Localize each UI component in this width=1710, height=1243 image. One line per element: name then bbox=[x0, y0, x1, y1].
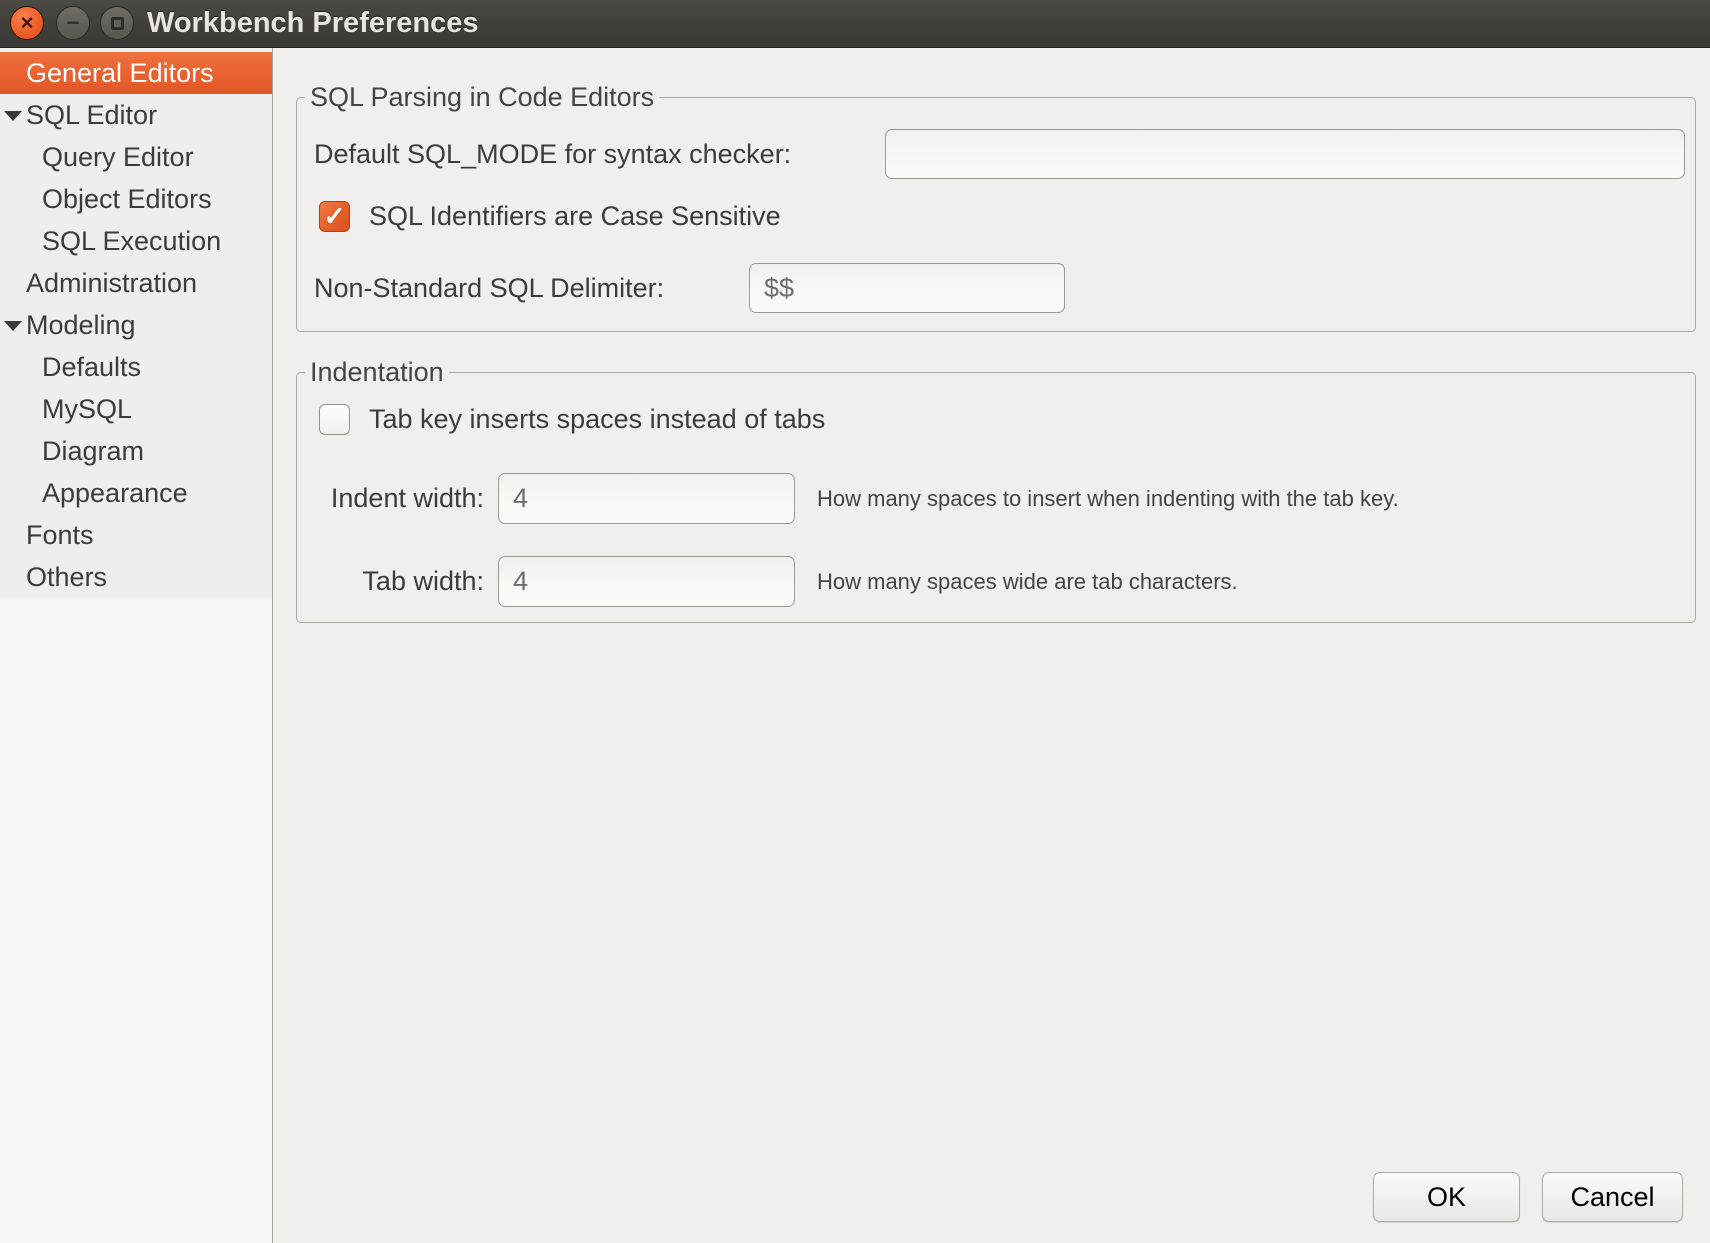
tab-width-label: Tab width: bbox=[314, 556, 484, 607]
delimiter-label: Non-Standard SQL Delimiter: bbox=[314, 263, 664, 313]
close-icon: × bbox=[21, 10, 34, 36]
sidebar-item-label: MySQL bbox=[0, 394, 132, 425]
case-sensitive-checkbox[interactable]: ✓ bbox=[319, 201, 350, 232]
tab-inserts-spaces-label[interactable]: Tab key inserts spaces instead of tabs bbox=[369, 404, 825, 435]
indent-width-label: Indent width: bbox=[314, 473, 484, 524]
close-window-button[interactable]: × bbox=[10, 6, 44, 40]
sidebar-item-label: Fonts bbox=[0, 520, 94, 551]
ok-button[interactable]: OK bbox=[1373, 1172, 1520, 1222]
sidebar-item[interactable]: SQL Execution bbox=[0, 220, 272, 262]
sql-mode-input[interactable] bbox=[885, 129, 1685, 179]
tab-width-help: How many spaces wide are tab characters. bbox=[817, 556, 1238, 607]
sidebar-item-label: Object Editors bbox=[0, 184, 212, 215]
sidebar-item[interactable]: Diagram bbox=[0, 430, 272, 472]
expander-down-icon[interactable] bbox=[4, 321, 22, 331]
sidebar-item-label: Administration bbox=[0, 268, 197, 299]
sidebar-item-label: Others bbox=[0, 562, 107, 593]
sql-mode-label: Default SQL_MODE for syntax checker: bbox=[314, 129, 791, 179]
sidebar-item[interactable]: Object Editors bbox=[0, 178, 272, 220]
minimize-window-button[interactable]: − bbox=[56, 6, 90, 40]
tab-inserts-spaces-checkbox[interactable]: ✓ bbox=[319, 404, 350, 435]
maximize-icon bbox=[111, 17, 124, 30]
expander-down-icon[interactable] bbox=[4, 111, 22, 121]
preferences-content: SQL Parsing in Code Editors Default SQL_… bbox=[273, 48, 1710, 1243]
minimize-icon: − bbox=[67, 10, 80, 36]
indent-width-input[interactable] bbox=[498, 473, 795, 524]
sidebar-item[interactable]: Query Editor bbox=[0, 136, 272, 178]
group-indentation: Indentation ✓ Tab key inserts spaces ins… bbox=[296, 372, 1696, 623]
preferences-tree: General Editors SQL Editor Query Editor … bbox=[0, 52, 272, 598]
group-title: Indentation bbox=[305, 356, 449, 388]
sidebar-item-label: Query Editor bbox=[0, 142, 194, 173]
tab-width-input[interactable] bbox=[498, 556, 795, 607]
sidebar-item[interactable]: Modeling bbox=[0, 304, 272, 346]
sidebar-item-label: Appearance bbox=[0, 478, 188, 509]
check-icon: ✓ bbox=[324, 203, 346, 229]
preferences-sidebar: General Editors SQL Editor Query Editor … bbox=[0, 48, 273, 1243]
delimiter-input[interactable] bbox=[749, 263, 1065, 313]
group-title: SQL Parsing in Code Editors bbox=[305, 81, 659, 113]
sidebar-item-label: Defaults bbox=[0, 352, 141, 383]
sidebar-item[interactable]: Fonts bbox=[0, 514, 272, 556]
titlebar: × − Workbench Preferences bbox=[0, 0, 1710, 48]
case-sensitive-label[interactable]: SQL Identifiers are Case Sensitive bbox=[369, 201, 781, 232]
sidebar-item[interactable]: Appearance bbox=[0, 472, 272, 514]
sidebar-item[interactable]: Others bbox=[0, 556, 272, 598]
cancel-button[interactable]: Cancel bbox=[1542, 1172, 1683, 1222]
group-sql-parsing: SQL Parsing in Code Editors Default SQL_… bbox=[296, 97, 1696, 332]
sidebar-item[interactable]: General Editors bbox=[0, 52, 272, 94]
indent-width-help: How many spaces to insert when indenting… bbox=[817, 473, 1399, 524]
sidebar-item-label: SQL Editor bbox=[0, 100, 157, 131]
sidebar-item[interactable]: Administration bbox=[0, 262, 272, 304]
sidebar-item-label: Diagram bbox=[0, 436, 144, 467]
window-title: Workbench Preferences bbox=[147, 0, 479, 48]
maximize-window-button[interactable] bbox=[100, 6, 134, 40]
sidebar-item-label: General Editors bbox=[0, 58, 214, 89]
preferences-window: × − Workbench Preferences General Editor… bbox=[0, 0, 1710, 1243]
sidebar-item[interactable]: SQL Editor bbox=[0, 94, 272, 136]
sidebar-item-label: SQL Execution bbox=[0, 226, 221, 257]
sidebar-item[interactable]: MySQL bbox=[0, 388, 272, 430]
sidebar-item[interactable]: Defaults bbox=[0, 346, 272, 388]
